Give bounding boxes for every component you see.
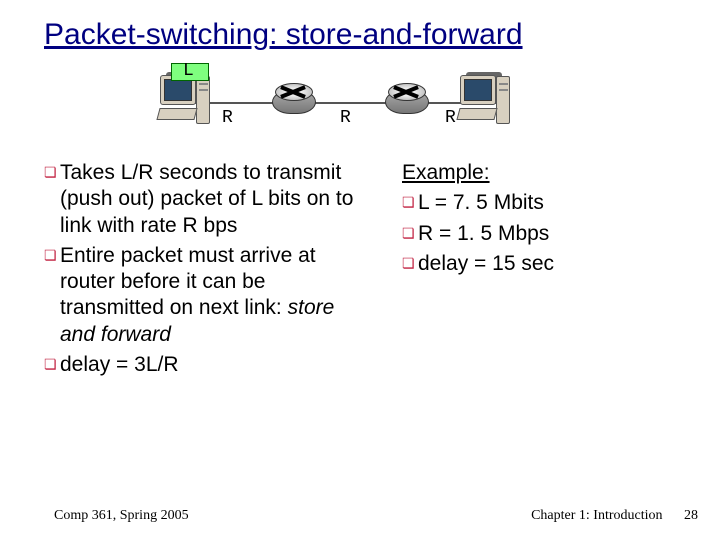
example-text: L = 7. 5 Mbits: [418, 190, 544, 216]
example-text: delay = 15 sec: [418, 251, 554, 277]
bullet-icon: ❏: [44, 352, 60, 378]
host-right-icon: [460, 72, 512, 132]
body: ❏ Takes L/R seconds to transmit (push ou…: [0, 160, 720, 382]
page-title: Packet-switching: store-and-forward: [0, 18, 720, 52]
bullet-text: Takes L/R seconds to transmit (push out)…: [60, 161, 353, 237]
left-column: ❏ Takes L/R seconds to transmit (push ou…: [44, 160, 374, 382]
footer-course: Comp 361, Spring 2005: [54, 508, 189, 524]
bullet-icon: ❏: [402, 251, 418, 277]
right-column: Example: ❏ L = 7. 5 Mbits ❏ R = 1. 5 Mbp…: [374, 160, 668, 382]
link-rate-3: R: [445, 108, 456, 128]
bullet-icon: ❏: [402, 221, 418, 247]
example-text: R = 1. 5 Mbps: [418, 221, 549, 247]
link-rate-1: R: [222, 108, 233, 128]
footer-chapter: Chapter 1: Introduction: [531, 508, 662, 523]
page-number: 28: [684, 508, 698, 523]
bullet-text: Entire packet must arrive at router befo…: [60, 244, 316, 320]
slide: Packet-switching: store-and-forward L R …: [0, 0, 720, 540]
footer: Comp 361, Spring 2005 Chapter 1: Introdu…: [0, 508, 720, 524]
example-header: Example:: [402, 160, 668, 186]
list-item: ❏ Takes L/R seconds to transmit (push ou…: [44, 160, 374, 239]
bullet-icon: ❏: [44, 243, 60, 348]
packet-label: L: [183, 61, 194, 81]
router-2-icon: [385, 80, 429, 120]
link-rate-2: R: [340, 108, 351, 128]
list-item: ❏ Entire packet must arrive at router be…: [44, 243, 374, 348]
router-1-icon: [272, 80, 316, 120]
bullet-icon: ❏: [44, 160, 60, 239]
list-item: ❏ delay = 3L/R: [44, 352, 374, 378]
list-item: ❏ L = 7. 5 Mbits: [402, 190, 668, 216]
bullet-icon: ❏: [402, 190, 418, 216]
bullet-text: delay = 3L/R: [60, 353, 179, 376]
list-item: ❏ R = 1. 5 Mbps: [402, 221, 668, 247]
link-wire: [195, 102, 505, 104]
network-diagram: L R R R: [0, 58, 720, 158]
list-item: ❏ delay = 15 sec: [402, 251, 668, 277]
host-left-icon: [160, 72, 212, 132]
